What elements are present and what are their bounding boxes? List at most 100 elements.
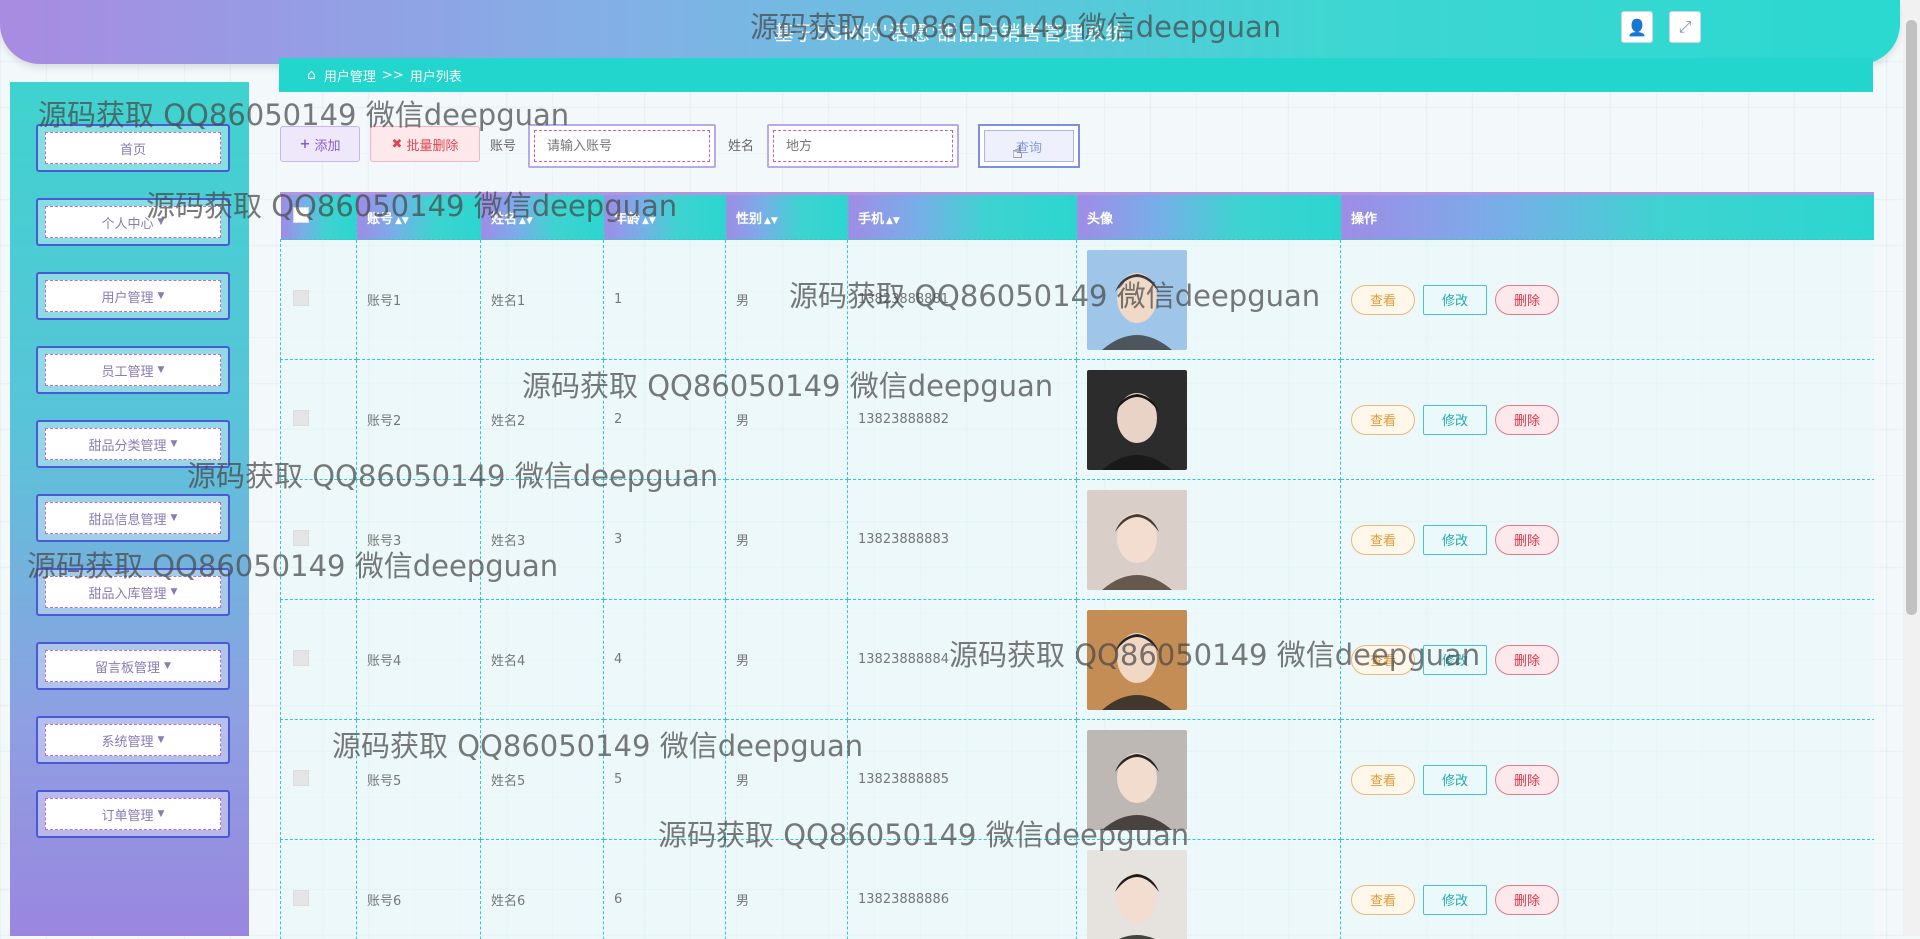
sidebar-item-staff-management[interactable]: 员工管理 ▼ <box>36 346 230 394</box>
edit-button[interactable]: 修改 <box>1423 285 1487 315</box>
close-icon: ✖ <box>392 137 403 152</box>
delete-button[interactable]: 删除 <box>1495 405 1559 435</box>
column-header-avatar: 头像 <box>1077 195 1341 240</box>
page-scrollbar[interactable] <box>1903 0 1920 936</box>
user-icon[interactable]: 👤 <box>1621 11 1653 43</box>
column-header-phone[interactable]: 手机▲▼ <box>848 195 1077 240</box>
home-icon[interactable]: ⌂ <box>307 67 316 83</box>
column-header-name[interactable]: 姓名▲▼ <box>481 195 604 240</box>
account-search-input[interactable] <box>534 130 710 162</box>
edit-button[interactable]: 修改 <box>1423 525 1487 555</box>
avatar-cell <box>1077 240 1341 360</box>
sidebar-item-message-board[interactable]: 留言板管理▼ <box>36 642 230 690</box>
edit-button[interactable]: 修改 <box>1423 765 1487 795</box>
sidebar-item-dessert-stock-in[interactable]: 甜品入库管理▼ <box>36 568 230 616</box>
delete-button[interactable]: 删除 <box>1495 645 1559 675</box>
sidebar-item-user-management[interactable]: 用户管理▼ <box>36 272 230 320</box>
account-cell: 账号4 <box>357 600 481 720</box>
user-table: 账号▲▼ 姓名▲▼ 年龄▲▼ 性别▲▼ 手机▲▼ 头像 操作 账号1姓名11男1… <box>280 192 1874 939</box>
table-header-row: 账号▲▼ 姓名▲▼ 年龄▲▼ 性别▲▼ 手机▲▼ 头像 操作 <box>281 195 1875 240</box>
plus-icon: + <box>300 137 311 152</box>
age-cell: 5 <box>604 720 726 840</box>
avatar-image[interactable] <box>1087 490 1187 590</box>
column-header-account[interactable]: 账号▲▼ <box>357 195 481 240</box>
row-checkbox[interactable] <box>293 890 309 906</box>
view-button[interactable]: 查看 <box>1351 525 1415 555</box>
sidebar-item-order-management[interactable]: 订单管理▼ <box>36 790 230 838</box>
avatar-image[interactable] <box>1087 370 1187 470</box>
row-checkbox[interactable] <box>293 650 309 666</box>
sidebar-item-label: 用户管理 <box>102 287 154 306</box>
phone-cell: 13823888885 <box>848 720 1077 840</box>
row-checkbox[interactable] <box>293 290 309 306</box>
select-all-cell <box>281 195 357 240</box>
row-checkbox[interactable] <box>293 770 309 786</box>
sidebar-item-label: 甜品信息管理 <box>89 509 167 528</box>
column-header-gender[interactable]: 性别▲▼ <box>726 195 848 240</box>
delete-button[interactable]: 删除 <box>1495 285 1559 315</box>
caret-down-icon: ▼ <box>171 587 178 597</box>
caret-down-icon: ▼ <box>158 217 165 227</box>
phone-cell: 13823888883 <box>848 480 1077 600</box>
view-button[interactable]: 查看 <box>1351 405 1415 435</box>
age-cell: 3 <box>604 480 726 600</box>
name-search-input[interactable] <box>773 130 953 162</box>
column-header-actions: 操作 <box>1341 195 1875 240</box>
account-cell: 账号1 <box>357 240 481 360</box>
view-button[interactable]: 查看 <box>1351 885 1415 915</box>
delete-button[interactable]: 删除 <box>1495 885 1559 915</box>
edit-button[interactable]: 修改 <box>1423 885 1487 915</box>
sidebar-item-personal-center[interactable]: 个人中心▼ <box>36 198 230 246</box>
name-cell: 姓名5 <box>481 720 604 840</box>
account-cell: 账号3 <box>357 480 481 600</box>
caret-down-icon: ▼ <box>158 365 165 375</box>
view-button[interactable]: 查看 <box>1351 285 1415 315</box>
avatar-image[interactable] <box>1087 850 1187 939</box>
delete-button[interactable]: 删除 <box>1495 525 1559 555</box>
avatar-image[interactable] <box>1087 610 1187 710</box>
actions-cell: 查看修改删除 <box>1341 480 1875 600</box>
age-cell: 2 <box>604 360 726 480</box>
table-row: 账号2姓名22男13823888882查看修改删除 <box>281 360 1875 480</box>
avatar-image[interactable] <box>1087 730 1187 830</box>
row-checkbox[interactable] <box>293 530 309 546</box>
search-button[interactable]: 查询 <box>978 124 1080 168</box>
add-button[interactable]: + 添加 <box>280 126 360 162</box>
avatar-cell <box>1077 480 1341 600</box>
table-row: 账号6姓名66男13823888886查看修改删除 <box>281 840 1875 939</box>
gender-cell: 男 <box>726 720 848 840</box>
row-select-cell <box>281 720 357 840</box>
view-button[interactable]: 查看 <box>1351 765 1415 795</box>
gender-cell: 男 <box>726 480 848 600</box>
sidebar-item-home[interactable]: 首页 <box>36 124 230 172</box>
batch-delete-button[interactable]: ✖ 批量删除 <box>370 126 480 162</box>
age-cell: 4 <box>604 600 726 720</box>
edit-button[interactable]: 修改 <box>1423 405 1487 435</box>
scrollbar-thumb[interactable] <box>1906 20 1917 615</box>
sort-icon: ▲▼ <box>395 216 409 226</box>
column-header-age[interactable]: 年龄▲▼ <box>604 195 726 240</box>
sidebar-item-system-management[interactable]: 系统管理▼ <box>36 716 230 764</box>
name-cell: 姓名2 <box>481 360 604 480</box>
row-select-cell <box>281 360 357 480</box>
sidebar-item-label: 首页 <box>120 139 146 158</box>
cursor-icon: ☝ <box>1012 142 1023 163</box>
account-cell: 账号5 <box>357 720 481 840</box>
breadcrumb-section[interactable]: 用户管理 <box>324 66 376 85</box>
phone-cell: 13823888882 <box>848 360 1077 480</box>
view-button[interactable]: 查看 <box>1351 645 1415 675</box>
sidebar-item-dessert-category[interactable]: 甜品分类管理▼ <box>36 420 230 468</box>
delete-button[interactable]: 删除 <box>1495 765 1559 795</box>
fullscreen-icon[interactable]: ⤢ <box>1669 11 1701 43</box>
sidebar-item-label: 员工管理 <box>102 361 154 380</box>
gender-cell: 男 <box>726 840 848 939</box>
sidebar-item-dessert-info[interactable]: 甜品信息管理▼ <box>36 494 230 542</box>
actions-cell: 查看修改删除 <box>1341 720 1875 840</box>
sidebar: 首页 个人中心▼ 用户管理▼ 员工管理▼ 甜品分类管理▼ 甜品信息管理▼ 甜品入… <box>10 82 249 936</box>
avatar-image[interactable] <box>1087 250 1187 350</box>
table-row: 账号5姓名55男13823888885 查看修改删除 <box>281 720 1875 840</box>
edit-button[interactable]: 修改 <box>1423 645 1487 675</box>
phone-cell: 13823888881 <box>848 240 1077 360</box>
row-checkbox[interactable] <box>293 410 309 426</box>
select-all-checkbox[interactable] <box>293 207 309 223</box>
